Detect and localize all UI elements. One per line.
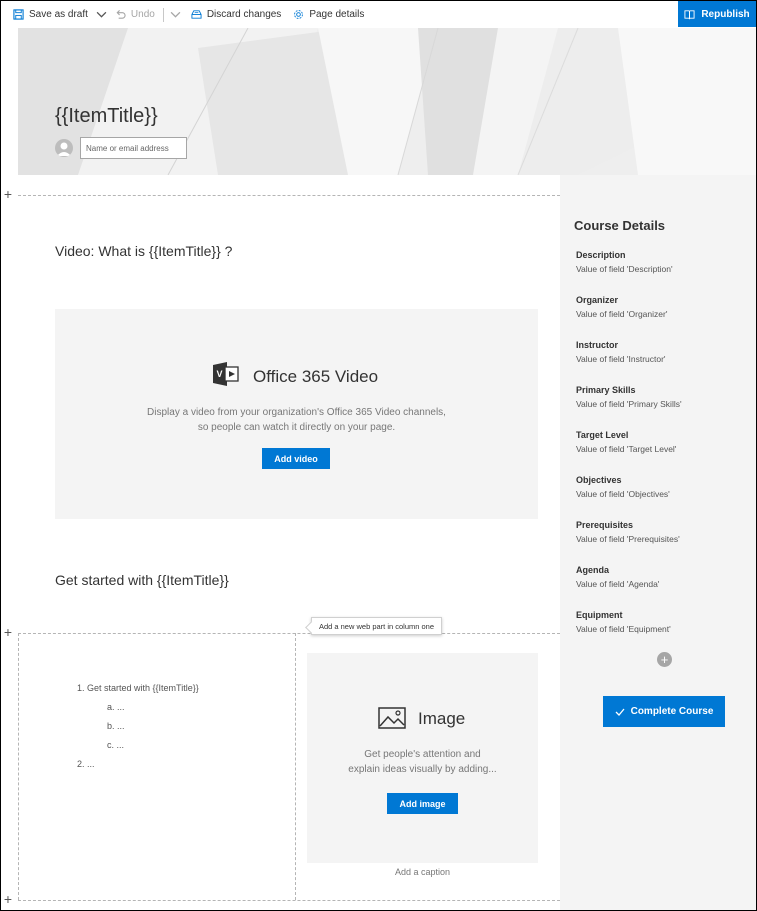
field-value: Value of field 'Equipment'	[576, 624, 671, 634]
field-value: Value of field 'Agenda'	[576, 579, 660, 589]
column-divider	[18, 633, 19, 900]
add-webpart-plus-icon[interactable]: +	[657, 652, 672, 667]
author-name-input[interactable]	[80, 137, 187, 159]
section-divider	[18, 195, 560, 196]
field-organizer: Organizer Value of field 'Organizer'	[576, 295, 667, 319]
field-label: Prerequisites	[576, 520, 634, 530]
save-options-dropdown[interactable]	[92, 1, 111, 28]
avatar	[55, 139, 73, 157]
image-desc-line2: explain ideas visually by adding...	[348, 764, 497, 775]
video-webpart-title: Office 365 Video	[253, 367, 379, 386]
field-value: Value of field 'Prerequisites'	[576, 534, 680, 544]
list-item: b. ...	[107, 721, 125, 731]
complete-course-button[interactable]: Complete Course	[603, 696, 725, 727]
image-icon	[378, 707, 406, 729]
field-agenda: Agenda Value of field 'Agenda'	[576, 565, 659, 589]
add-section-plus-icon[interactable]: +	[3, 625, 13, 639]
checkmark-icon	[615, 708, 625, 716]
image-webpart: Image Get people's attention and explain…	[307, 653, 538, 863]
page-details-button[interactable]: Page details	[289, 1, 368, 28]
undo-icon	[116, 9, 126, 19]
office365-video-icon: V	[213, 362, 239, 386]
list-item: a. ...	[107, 702, 125, 712]
add-section-plus-icon[interactable]: +	[3, 187, 13, 201]
image-webpart-title: Image	[418, 709, 466, 728]
field-label: Instructor	[576, 340, 619, 350]
field-label: Description	[576, 250, 626, 260]
undo-options-dropdown[interactable]	[168, 1, 183, 28]
discard-changes-button[interactable]: Discard changes	[187, 1, 285, 28]
field-value: Value of field 'Target Level'	[576, 444, 677, 454]
page-title[interactable]: {{ItemTitle}}	[55, 105, 158, 128]
video-section-heading[interactable]: Video: What is {{ItemTitle}} ?	[55, 243, 232, 259]
field-equipment: Equipment Value of field 'Equipment'	[576, 610, 671, 634]
field-description: Description Value of field 'Description'	[576, 250, 673, 274]
image-webpart-description: Get people's attention and explain ideas…	[307, 747, 538, 777]
field-value: Value of field 'Primary Skills'	[576, 399, 682, 409]
course-details-title: Course Details	[574, 218, 666, 233]
field-label: Equipment	[576, 610, 623, 620]
video-desc-line2: so people can watch it directly on your …	[197, 422, 396, 433]
field-prerequisites: Prerequisites Value of field 'Prerequisi…	[576, 520, 680, 544]
page-details-label: Page details	[309, 9, 365, 20]
get-started-heading[interactable]: Get started with {{ItemTitle}}	[55, 572, 229, 588]
svg-text:V: V	[217, 369, 223, 379]
complete-course-label: Complete Course	[630, 706, 714, 717]
field-value: Value of field 'Instructor'	[576, 354, 666, 364]
gear-icon	[294, 10, 304, 19]
book-icon	[684, 9, 695, 19]
field-value: Value of field 'Description'	[576, 264, 673, 274]
save-as-draft-button[interactable]: Save as draft	[9, 1, 92, 28]
field-label: Agenda	[576, 565, 610, 575]
undo-button[interactable]: Undo	[111, 1, 159, 28]
numbered-list[interactable]: 1. Get started with {{ItemTitle}} a. ...…	[77, 679, 199, 774]
add-section-plus-icon[interactable]: +	[3, 892, 13, 906]
save-as-draft-label: Save as draft	[29, 9, 88, 20]
field-value: Value of field 'Organizer'	[576, 309, 668, 319]
image-caption-field[interactable]: Add a caption	[307, 867, 538, 877]
list-item: 2. ...	[77, 759, 95, 769]
toolbar-divider	[162, 7, 164, 22]
field-target-level: Target Level Value of field 'Target Leve…	[576, 430, 676, 454]
chevron-down-icon	[170, 11, 181, 18]
column-divider	[295, 633, 296, 900]
image-desc-line1: Get people's attention and	[364, 749, 481, 760]
title-region: {{ItemTitle}}	[18, 28, 756, 175]
person-icon	[57, 142, 71, 156]
discard-icon	[191, 10, 202, 19]
add-video-button[interactable]: Add video	[262, 448, 330, 469]
add-image-button[interactable]: Add image	[387, 793, 458, 814]
section-divider	[18, 900, 560, 901]
section-divider	[18, 633, 560, 634]
field-label: Primary Skills	[576, 385, 636, 395]
field-label: Organizer	[576, 295, 619, 305]
course-details-panel: Course Details Description Value of fiel…	[560, 175, 756, 910]
video-desc-line1: Display a video from your organization's…	[147, 407, 446, 418]
add-webpart-tooltip: Add a new web part in column one	[311, 617, 442, 635]
field-value: Value of field 'Objectives'	[576, 489, 670, 499]
list-item: c. ...	[107, 740, 125, 750]
field-label: Target Level	[576, 430, 629, 440]
republish-label: Republish	[701, 8, 750, 20]
field-primary-skills: Primary Skills Value of field 'Primary S…	[576, 385, 682, 409]
republish-button[interactable]: Republish	[678, 1, 756, 27]
field-label: Objectives	[576, 475, 622, 485]
command-bar: Save as draft Undo Discard changes Page …	[1, 1, 756, 28]
field-objectives: Objectives Value of field 'Objectives'	[576, 475, 670, 499]
undo-label: Undo	[130, 9, 155, 20]
discard-changes-label: Discard changes	[206, 9, 282, 20]
field-instructor: Instructor Value of field 'Instructor'	[576, 340, 666, 364]
office365-video-webpart: V Office 365 Video Display a video from …	[55, 309, 538, 519]
list-item: 1. Get started with {{ItemTitle}}	[77, 683, 199, 693]
video-webpart-description: Display a video from your organization's…	[55, 405, 538, 435]
save-icon	[13, 9, 24, 20]
chevron-down-icon	[96, 11, 107, 18]
